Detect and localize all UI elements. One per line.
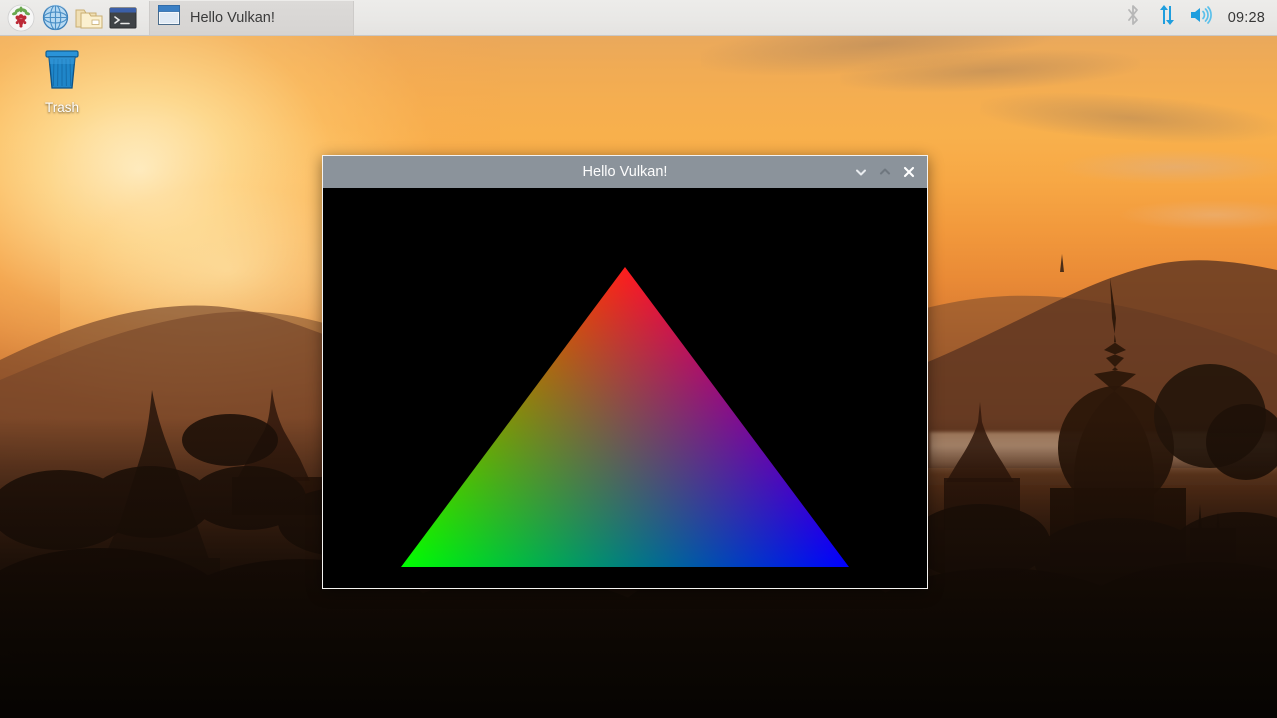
chevron-up-icon: [878, 165, 892, 179]
taskbar-clock[interactable]: 09:28: [1218, 10, 1267, 26]
terminal-icon: [109, 5, 137, 31]
bluetooth-icon: [1123, 4, 1143, 31]
launcher-web-browser[interactable]: [39, 2, 71, 34]
launcher-terminal[interactable]: [107, 2, 139, 34]
folder-icon: [75, 5, 103, 31]
launcher-file-manager[interactable]: [73, 2, 105, 34]
vulkan-render-canvas: [323, 188, 927, 588]
window-icon: [158, 5, 180, 30]
cloud-streak: [979, 86, 1277, 151]
network-updown-icon: [1156, 4, 1178, 31]
speaker-icon: [1189, 4, 1213, 31]
window-maximize-button[interactable]: [873, 159, 897, 185]
task-button-hello-vulkan[interactable]: Hello Vulkan!: [149, 1, 354, 35]
task-list: Hello Vulkan!: [149, 1, 354, 35]
desktop-icon-trash[interactable]: Trash: [24, 44, 100, 115]
vulkan-triangle: [323, 188, 927, 588]
launcher-raspberry-menu[interactable]: [5, 2, 37, 34]
window-minimize-button[interactable]: [849, 159, 873, 185]
launcher-bar: [0, 2, 139, 34]
tray-volume[interactable]: [1184, 1, 1218, 35]
tray-network[interactable]: [1150, 1, 1184, 35]
window-controls: [849, 159, 927, 185]
chevron-down-icon: [854, 165, 868, 179]
close-icon: [902, 165, 916, 179]
cloud-streak: [1060, 150, 1277, 184]
taskbar: Hello Vulkan!: [0, 0, 1277, 36]
window-titlebar[interactable]: Hello Vulkan!: [323, 156, 927, 188]
window-title: Hello Vulkan!: [323, 164, 927, 180]
tray-bluetooth[interactable]: [1116, 1, 1150, 35]
system-tray: 09:28: [1116, 1, 1277, 35]
desktop-icon-label: Trash: [45, 100, 79, 115]
application-window: Hello Vulkan!: [322, 155, 928, 589]
raspberry-icon: [7, 4, 35, 32]
task-button-label: Hello Vulkan!: [190, 10, 275, 26]
globe-icon: [42, 4, 69, 31]
window-close-button[interactable]: [897, 159, 921, 185]
cloud-streak: [1120, 200, 1277, 230]
trash-bin-icon: [38, 44, 86, 97]
